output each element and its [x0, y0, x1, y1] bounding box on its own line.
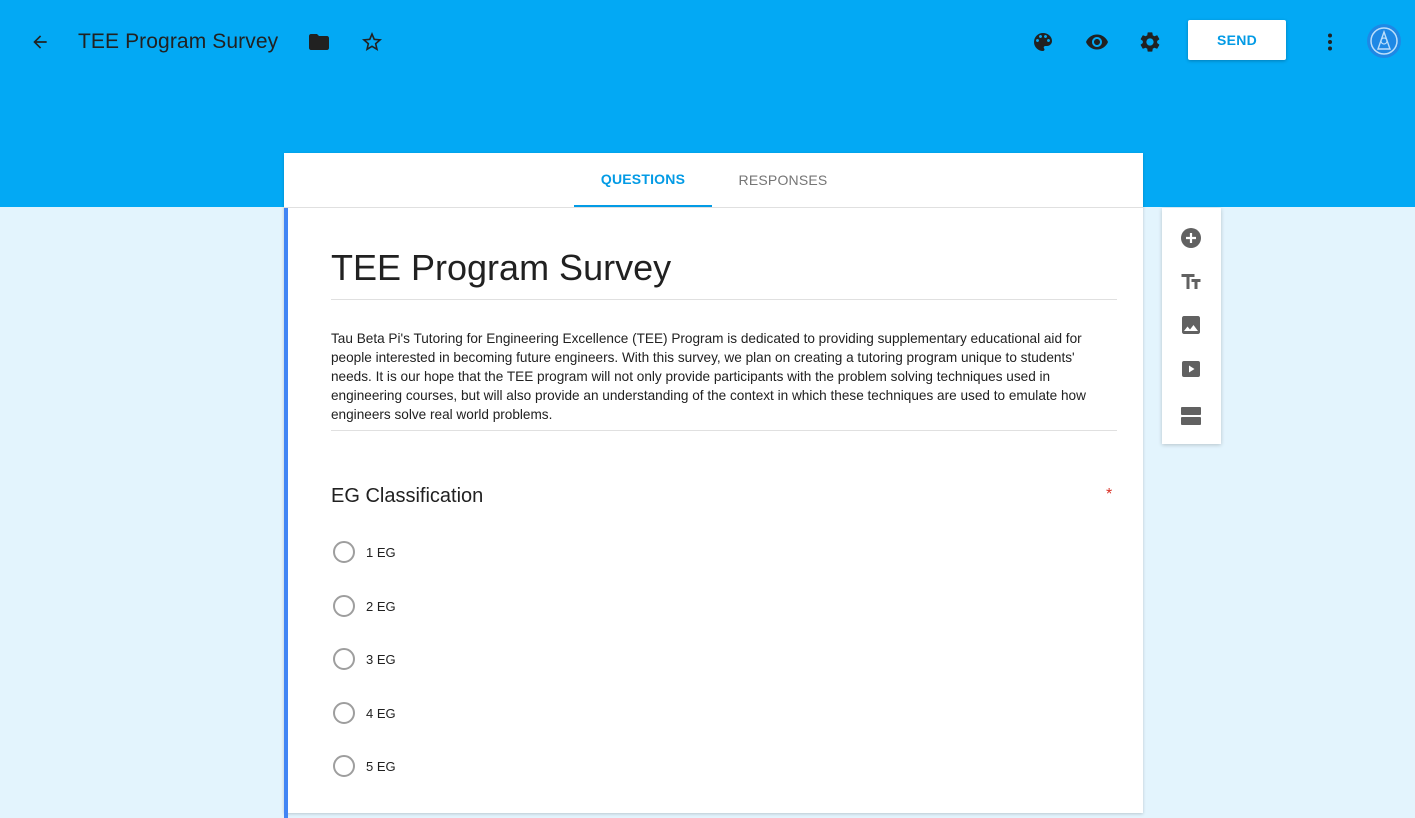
- add-title-icon: [1181, 274, 1201, 289]
- option-label: 1 EG: [366, 544, 396, 560]
- radio-button[interactable]: [333, 541, 355, 563]
- required-indicator: *: [1106, 486, 1113, 503]
- add-question-icon: [1181, 228, 1201, 248]
- add-image-icon: [1182, 316, 1200, 334]
- add-section-button[interactable]: [1177, 402, 1205, 430]
- radio-button[interactable]: [333, 648, 355, 670]
- folder-icon: [309, 34, 329, 50]
- active-section-indicator: [284, 208, 288, 818]
- option-item[interactable]: 2 EG: [333, 593, 533, 619]
- star-outline-icon: [362, 32, 382, 51]
- add-image-button[interactable]: [1177, 311, 1205, 339]
- radio-button[interactable]: [333, 595, 355, 617]
- app-title: TEE Program Survey: [78, 30, 279, 53]
- add-video-icon: [1182, 361, 1200, 377]
- arrow-back-icon: [33, 35, 47, 49]
- tab-responses[interactable]: RESPONSES: [716, 153, 850, 207]
- form-description[interactable]: Tau Beta Pi's Tutoring for Engineering E…: [331, 329, 1117, 431]
- add-video-button[interactable]: [1177, 355, 1205, 383]
- form-title[interactable]: TEE Program Survey: [331, 247, 1117, 300]
- palette-icon: [1034, 33, 1052, 51]
- eye-icon: [1086, 34, 1108, 50]
- add-section-icon: [1181, 407, 1201, 425]
- question-toolbar: [1162, 208, 1221, 444]
- avatar-icon: [1370, 27, 1398, 55]
- move-to-folder-button[interactable]: [305, 28, 333, 56]
- preview-button[interactable]: [1083, 28, 1111, 56]
- form-card: QUESTIONS RESPONSES TEE Program Survey T…: [284, 153, 1143, 818]
- question-title[interactable]: EG Classification: [331, 485, 483, 508]
- add-question-button[interactable]: [1177, 224, 1205, 252]
- tab-questions[interactable]: QUESTIONS: [574, 153, 712, 207]
- option-item[interactable]: 3 EG: [333, 646, 533, 672]
- add-title-button[interactable]: [1177, 268, 1205, 296]
- send-button[interactable]: SEND: [1188, 20, 1286, 60]
- settings-button[interactable]: [1136, 28, 1164, 56]
- option-label: 3 EG: [366, 651, 396, 667]
- app-bar: TEE Program Survey SEND: [0, 0, 1415, 82]
- gear-icon: [1140, 32, 1160, 52]
- radio-button[interactable]: [333, 755, 355, 777]
- more-vert-icon: [1328, 33, 1332, 51]
- palette-button[interactable]: [1029, 28, 1057, 56]
- option-item[interactable]: 4 EG: [333, 700, 533, 726]
- more-options-button[interactable]: [1316, 28, 1344, 56]
- option-item[interactable]: 5 EG: [333, 753, 533, 779]
- option-label: 2 EG: [366, 598, 396, 614]
- option-label: 5 EG: [366, 758, 396, 774]
- back-button[interactable]: [26, 28, 54, 56]
- star-button[interactable]: [358, 28, 386, 56]
- option-label: 4 EG: [366, 705, 396, 721]
- radio-button[interactable]: [333, 702, 355, 724]
- form-tabs: QUESTIONS RESPONSES: [284, 153, 1143, 208]
- option-item[interactable]: 1 EG: [333, 539, 533, 565]
- account-avatar[interactable]: [1367, 24, 1401, 58]
